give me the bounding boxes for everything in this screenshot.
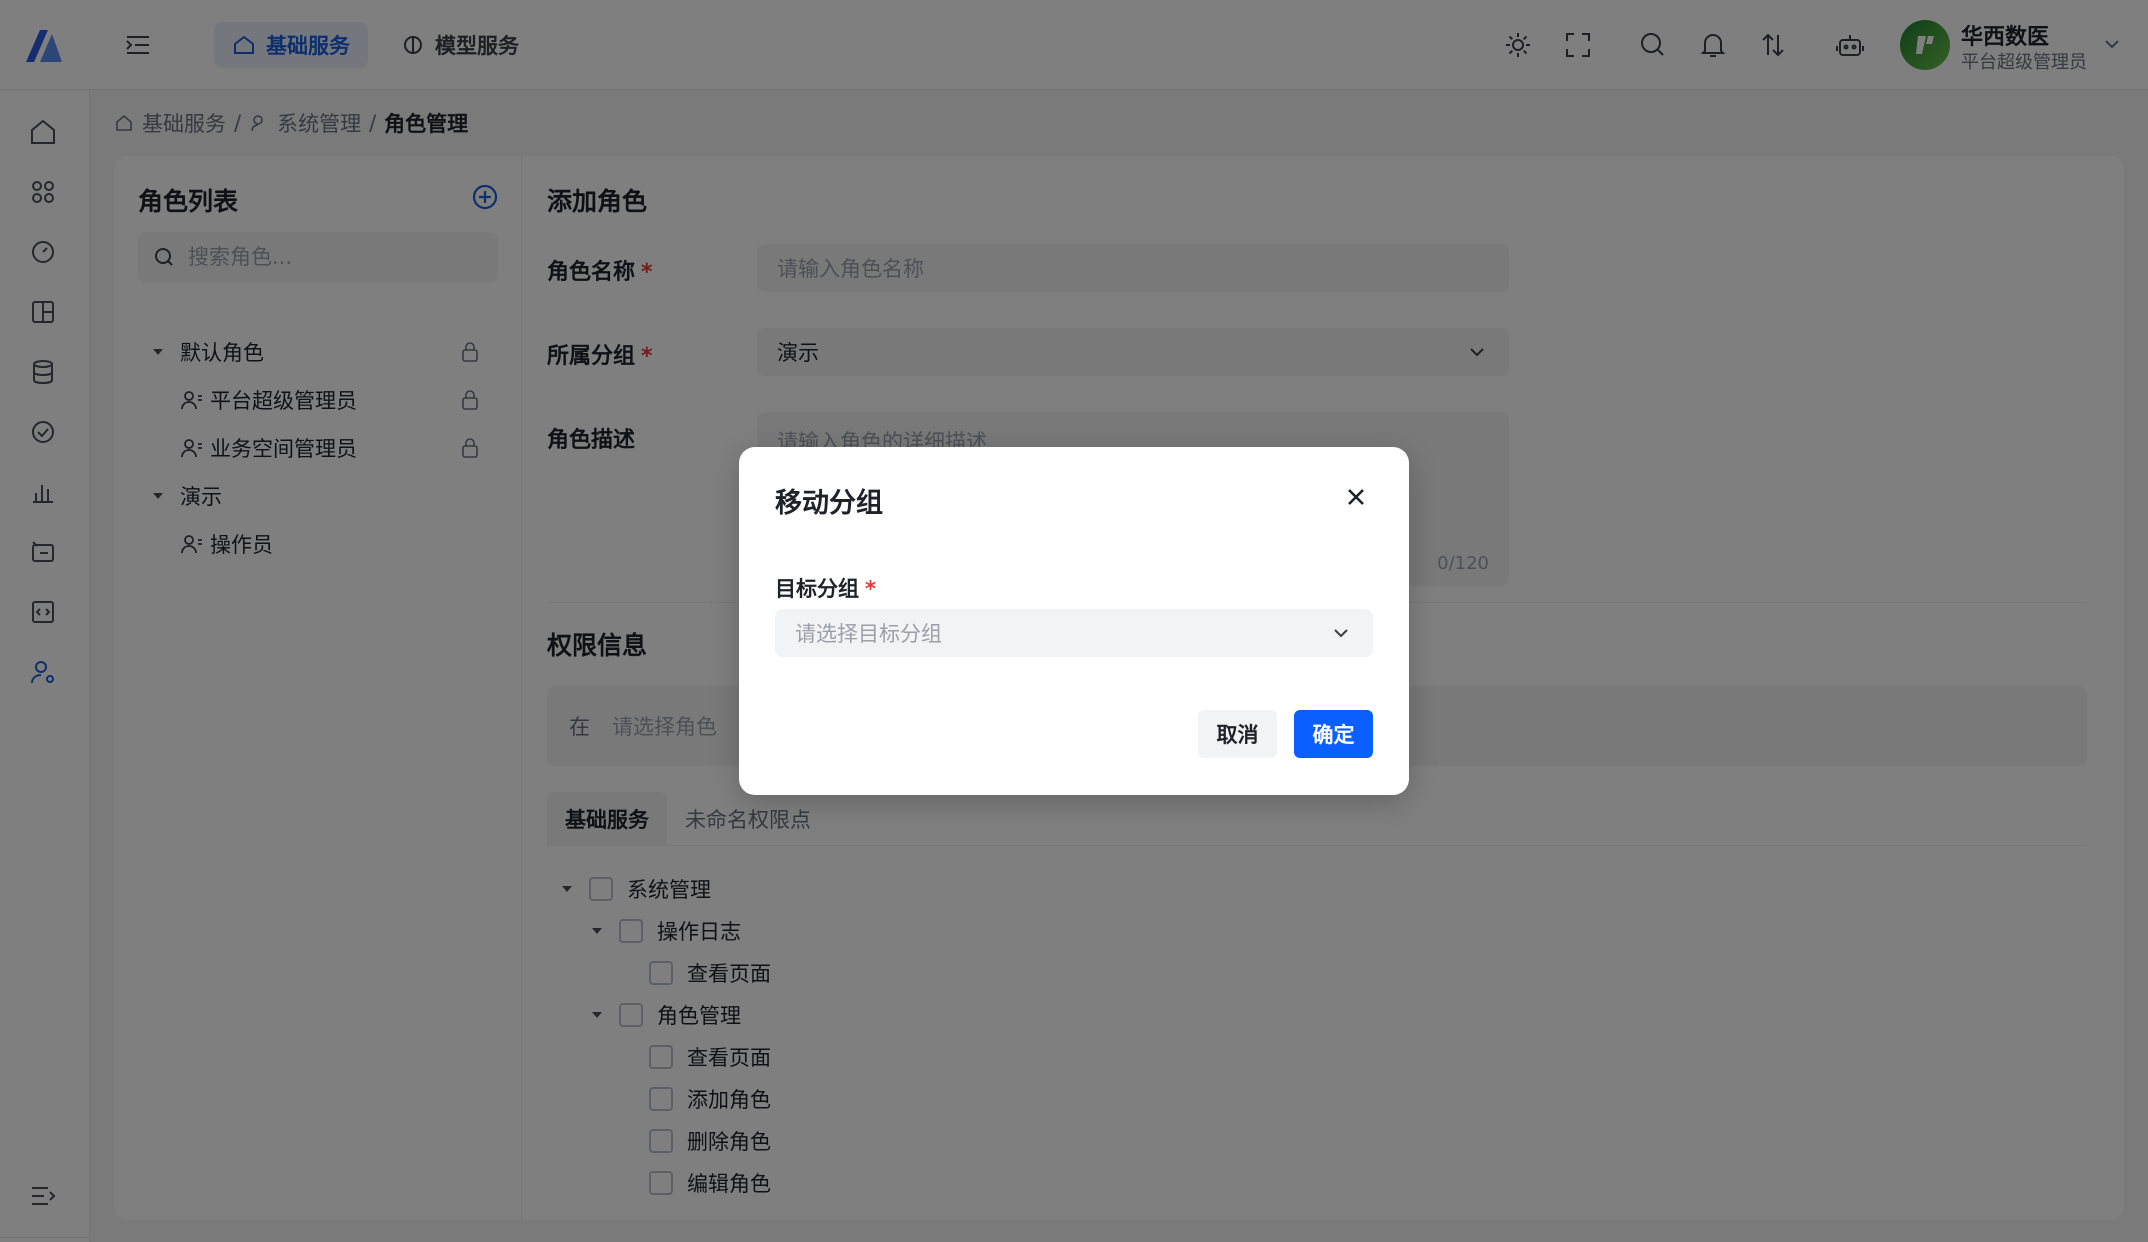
cancel-button[interactable]: 取消 [1198,710,1277,758]
confirm-button[interactable]: 确定 [1294,710,1373,758]
move-group-dialog: 移动分组 目标分组 * 请选择目标分组 取消 确定 [739,447,1409,795]
chevron-down-icon [1334,629,1348,638]
target-group-select[interactable]: 请选择目标分组 [775,609,1373,657]
select-placeholder: 请选择目标分组 [795,622,942,646]
close-icon[interactable] [1342,483,1370,511]
dialog-title: 移动分组 [775,488,883,519]
target-group-label: 目标分组 * [775,577,876,601]
